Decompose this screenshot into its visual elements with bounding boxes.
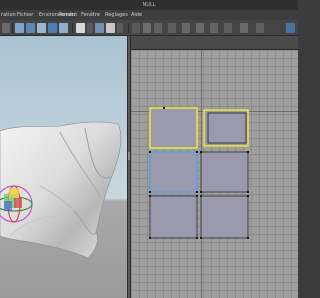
toolbar-separator xyxy=(72,23,73,33)
material-icon[interactable] xyxy=(59,23,68,33)
snap-icon[interactable] xyxy=(2,23,10,33)
camera-icon[interactable] xyxy=(37,23,46,33)
uv-menu-icon[interactable] xyxy=(132,23,140,33)
menu-fenetre[interactable]: Fenêtre xyxy=(81,12,100,18)
uv-grid[interactable] xyxy=(131,50,298,298)
scale-icon[interactable] xyxy=(117,23,123,33)
cube-icon[interactable] xyxy=(48,23,57,33)
menu-fichier[interactable]: Fichier xyxy=(17,12,33,18)
move-icon[interactable] xyxy=(95,23,104,33)
window-title: NULL xyxy=(142,2,156,8)
uv-rotate-icon[interactable] xyxy=(182,23,190,33)
toolbar-separator xyxy=(12,23,13,33)
app-window: NULL ration Fichier Environnement Rendu … xyxy=(0,0,298,298)
uv-options-icon[interactable] xyxy=(256,23,264,33)
render-icon[interactable] xyxy=(106,23,115,33)
splitter-grip[interactable] xyxy=(128,152,130,160)
view-icon[interactable] xyxy=(26,23,35,33)
uv-face-5[interactable] xyxy=(149,195,198,239)
menu-reglages[interactable]: Réglages xyxy=(105,12,128,18)
uv-logo-icon xyxy=(286,23,295,33)
uv-face-6[interactable] xyxy=(200,195,249,239)
main-toolbar xyxy=(0,20,298,36)
uv-select-icon[interactable] xyxy=(143,23,151,33)
gizmo-plane-red[interactable] xyxy=(14,198,22,208)
uv-toolbar xyxy=(131,36,298,50)
uv-snap-icon[interactable] xyxy=(210,23,218,33)
gizmo-plane-blue[interactable] xyxy=(4,201,12,211)
uv-move-icon[interactable] xyxy=(154,23,162,33)
menu-ration[interactable]: ration xyxy=(1,12,16,18)
uv-editor-panel xyxy=(131,36,298,298)
uv-face-3[interactable] xyxy=(149,151,198,193)
rotate-icon[interactable] xyxy=(15,23,24,33)
uv-scale-icon[interactable] xyxy=(168,23,176,33)
uv-pin-icon[interactable] xyxy=(240,23,248,33)
gizmo-plane-yellow[interactable] xyxy=(9,188,19,198)
light-icon[interactable] xyxy=(87,23,93,33)
uv-face-2[interactable] xyxy=(203,109,249,147)
menu-rendu[interactable]: Rendu xyxy=(59,12,75,18)
uv-face-4[interactable] xyxy=(200,151,249,193)
toolbar-separator xyxy=(128,23,129,33)
uv-face-1[interactable] xyxy=(149,107,198,149)
viewport-3d[interactable] xyxy=(0,36,127,298)
uv-layout xyxy=(149,107,249,239)
menu-aide[interactable]: Aide xyxy=(131,12,142,18)
title-bar: NULL xyxy=(0,0,298,10)
viewport-scene xyxy=(0,121,122,259)
grid-icon[interactable] xyxy=(76,23,85,33)
uv-grid-icon[interactable] xyxy=(196,23,204,33)
menu-bar: ration Fichier Environnement Rendu Fenêt… xyxy=(0,10,298,20)
uv-frame-icon[interactable] xyxy=(224,23,232,33)
